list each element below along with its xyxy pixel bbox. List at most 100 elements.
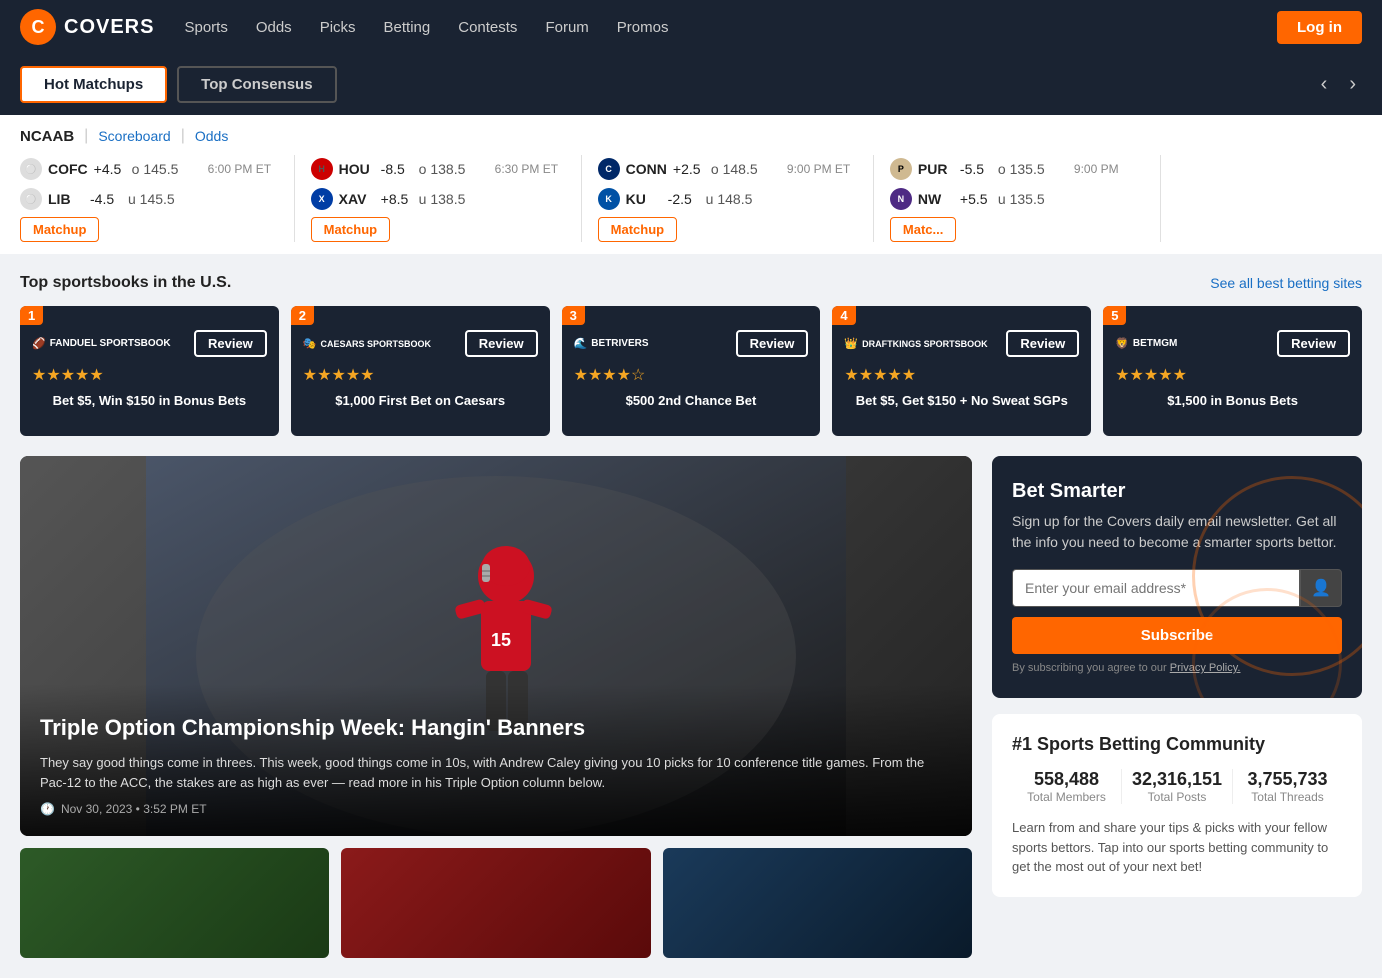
team-time-hou: 6:30 PM ET [495,162,565,176]
stat-posts-label: Total Posts [1132,790,1222,804]
team-time-conn: 9:00 PM ET [787,162,857,176]
team-spread-ku: -2.5 [668,191,700,207]
logo-text: COVERS [64,16,154,39]
thumb-card-1[interactable] [20,848,329,958]
sb-stars-4: ★★★★★ [844,365,1079,385]
matchup-btn-2[interactable]: Matchup [311,217,390,242]
sportsbooks-grid: 1 🏈 FANDUEL SPORTSBOOK Review ★★★★★ Bet … [20,306,1362,436]
odds-link[interactable]: Odds [195,128,228,144]
team-row-pur: P PUR -5.5 o 135.5 9:00 PM [890,155,1144,183]
see-all-link[interactable]: See all best betting sites [1210,275,1362,291]
team-ou-conn: o 148.5 [711,161,781,177]
featured-meta: 🕐 Nov 30, 2023 • 3:52 PM ET [40,802,952,816]
sb-review-btn-2[interactable]: Review [465,330,538,357]
stat-posts: 32,316,151 Total Posts [1122,769,1233,804]
community-title: #1 Sports Betting Community [1012,734,1342,755]
sb-stars-5: ★★★★★ [1115,365,1350,385]
sb-top-2: 🎭 CAESARS SPORTSBOOK Review [303,330,538,357]
sportsbook-card-4: 4 👑 DRAFTKINGS SPORTSBOOK Review ★★★★★ B… [832,306,1091,436]
matchup-teams-2: H HOU -8.5 o 138.5 6:30 PM ET X XAV +8.5… [311,155,565,213]
team-spread-xav: +8.5 [381,191,413,207]
stat-posts-num: 32,316,151 [1132,769,1222,790]
sportsbooks-header: Top sportsbooks in the U.S. See all best… [20,274,1362,292]
team-spread-nw: +5.5 [960,191,992,207]
betrivers-logo: 🌊 BETRIVERS [574,337,649,350]
stat-threads-num: 3,755,733 [1243,769,1332,790]
svg-text:15: 15 [491,630,511,650]
team-abbr-pur: PUR [918,161,954,177]
team-spread-conn: +2.5 [673,161,705,177]
thumb-articles [20,848,972,958]
scoreboard-link[interactable]: Scoreboard [98,128,170,144]
team-ou-ku: u 148.5 [706,191,776,207]
sportsbooks-section: Top sportsbooks in the U.S. See all best… [20,274,1362,436]
nav-sports[interactable]: Sports [184,19,227,36]
team-icon-pur: P [890,158,912,180]
league-label: NCAAB [20,128,74,145]
betmgm-icon: 🦁 [1115,337,1129,350]
tab-hot-matchups[interactable]: Hot Matchups [20,66,167,103]
stat-members: 558,488 Total Members [1012,769,1122,804]
sb-review-btn-5[interactable]: Review [1277,330,1350,357]
nav-forum[interactable]: Forum [545,19,588,36]
caesars-logo: 🎭 CAESARS SPORTSBOOK [303,337,431,350]
team-ou-cofc: o 145.5 [132,161,202,177]
matchup-btn-1[interactable]: Matchup [20,217,99,242]
sep1: | [84,127,88,145]
team-icon-conn: C [598,158,620,180]
sportsbook-card-2: 2 🎭 CAESARS SPORTSBOOK Review ★★★★★ $1,0… [291,306,550,436]
team-row-cofc: ⚪ COFC +4.5 o 145.5 6:00 PM ET [20,155,278,183]
featured-article[interactable]: 15 Triple Option [20,456,972,836]
two-col-layout: 15 Triple Option [20,456,1362,958]
thumb-card-3[interactable] [663,848,972,958]
featured-date: Nov 30, 2023 • 3:52 PM ET [61,802,207,816]
sb-promo-5: $1,500 in Bonus Bets [1115,393,1350,410]
team-abbr-nw: NW [918,191,954,207]
fanduel-icon: 🏈 [32,337,46,350]
nav-promos[interactable]: Promos [617,19,669,36]
sb-review-btn-4[interactable]: Review [1006,330,1079,357]
sportsbooks-title: Top sportsbooks in the U.S. [20,274,231,292]
team-icon-hou: H [311,158,333,180]
matchup-card-3: C CONN +2.5 o 148.5 9:00 PM ET K KU -2.5… [582,155,874,242]
thumb-card-2[interactable] [341,848,650,958]
side-col: Bet Smarter Sign up for the Covers daily… [992,456,1362,958]
draftkings-icon: 👑 [844,337,858,350]
scoreboard-header: NCAAB | Scoreboard | Odds [20,127,1362,145]
prev-arrow[interactable]: ‹ [1315,73,1334,96]
next-arrow[interactable]: › [1343,73,1362,96]
logo[interactable]: C COVERS [20,9,154,45]
sep2: | [181,127,185,145]
team-ou-hou: o 138.5 [419,161,489,177]
sb-rank-1: 1 [20,306,43,325]
nav-betting[interactable]: Betting [384,19,431,36]
header: C COVERS Sports Odds Picks Betting Conte… [0,0,1382,54]
team-row-nw: N NW +5.5 u 135.5 [890,185,1144,213]
team-time-pur: 9:00 PM [1074,162,1144,176]
sb-stars-1: ★★★★★ [32,365,267,385]
matchup-btn-3[interactable]: Matchup [598,217,677,242]
featured-excerpt: They say good things come in threes. Thi… [40,753,952,792]
team-row-ku: K KU -2.5 u 148.5 [598,185,857,213]
nav-odds[interactable]: Odds [256,19,292,36]
main-col: 15 Triple Option [20,456,972,958]
caesars-icon: 🎭 [303,337,317,350]
login-button[interactable]: Log in [1277,11,1362,44]
stat-threads: 3,755,733 Total Threads [1233,769,1342,804]
tab-top-consensus[interactable]: Top Consensus [177,66,336,103]
team-abbr-hou: HOU [339,161,375,177]
matchup-btn-4[interactable]: Matc... [890,217,956,242]
clock-icon: 🕐 [40,802,55,816]
sb-rank-4: 4 [832,306,855,325]
community-description: Learn from and share your tips & picks w… [1012,818,1342,877]
nav-picks[interactable]: Picks [320,19,356,36]
tabs-row: Hot Matchups Top Consensus ‹ › [0,54,1382,115]
sb-promo-4: Bet $5, Get $150 + No Sweat SGPs [844,393,1079,410]
sb-top-5: 🦁 BETMGM Review [1115,330,1350,357]
logo-icon: C [20,9,56,45]
nav-contests[interactable]: Contests [458,19,517,36]
team-row-lib: ⚪ LIB -4.5 u 145.5 [20,185,278,213]
sb-review-btn-1[interactable]: Review [194,330,267,357]
sb-review-btn-3[interactable]: Review [736,330,809,357]
team-icon-ku: K [598,188,620,210]
